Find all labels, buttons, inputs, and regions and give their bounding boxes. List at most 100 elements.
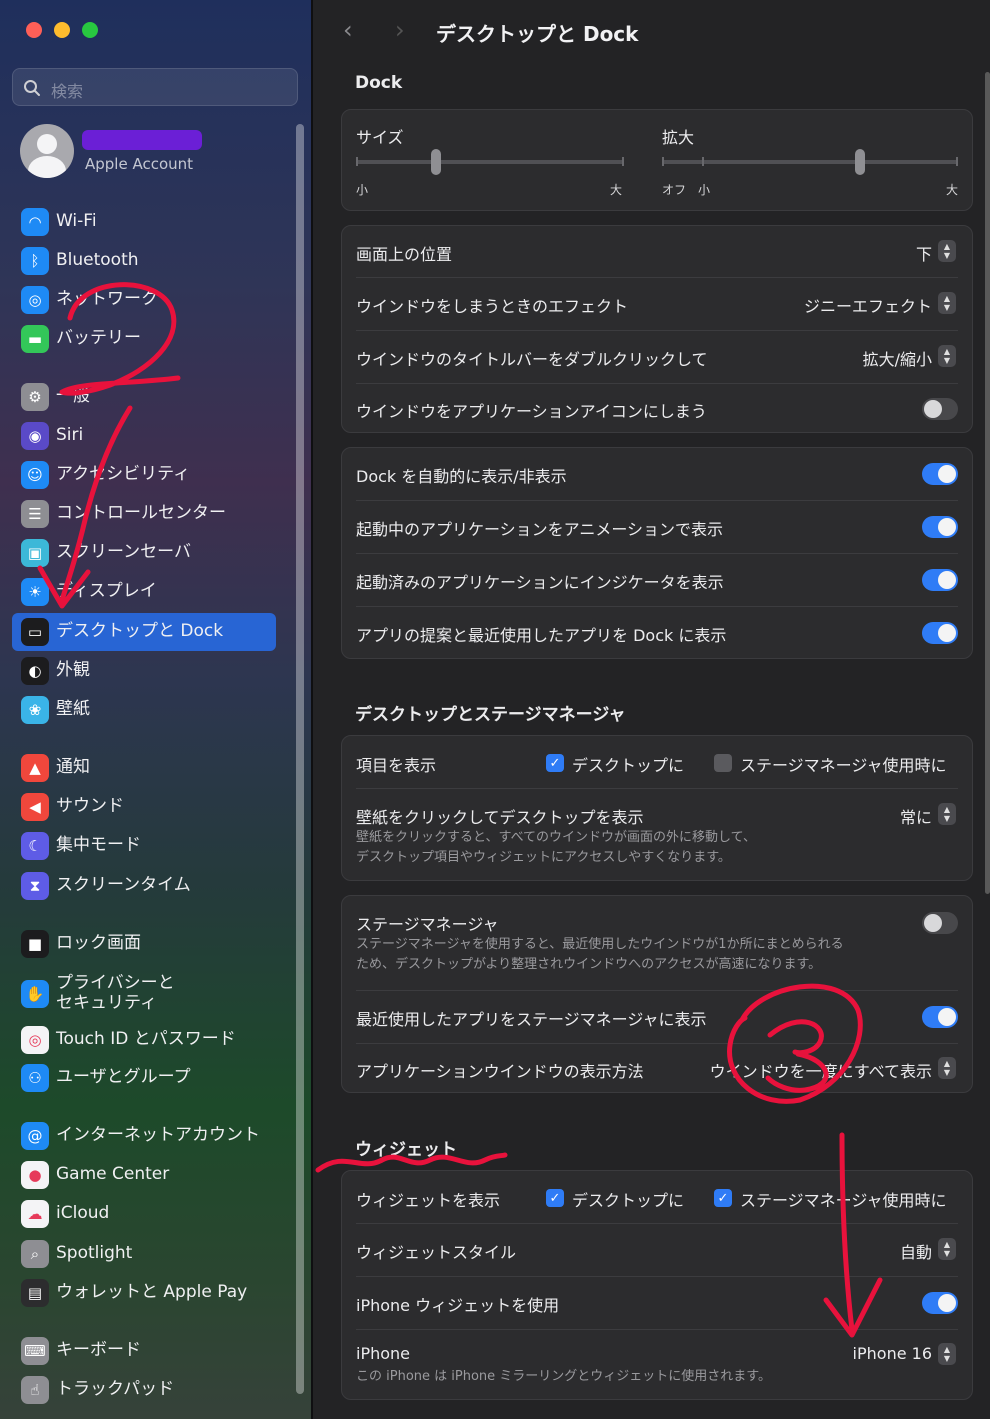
sidebar-item-5[interactable]: ◉ Siri [12, 417, 276, 455]
page-title: デスクトップと Dock [436, 22, 639, 46]
widget-style-stepper-icon[interactable]: ▲ ▼ [938, 1238, 956, 1260]
sidebar-item-label: 外観 [56, 660, 90, 681]
minimize-effect-row[interactable]: ウインドウをしまうときのエフェクト ジニーエフェクト ▲ ▼ [342, 278, 972, 330]
sidebar-item-17[interactable]: ■ ロック画面 [12, 925, 276, 963]
back-chevron-icon[interactable]: ‹ [343, 16, 353, 44]
display-brightness-icon: ☀ [21, 578, 49, 606]
minimize-into-icon-toggle[interactable] [922, 398, 958, 420]
sidebar-item-label: Game Center [56, 1164, 170, 1185]
animate-toggle[interactable] [922, 516, 958, 538]
use-iphone-widgets-toggle[interactable] [922, 1292, 958, 1314]
sidebar-item-11[interactable]: ◐ 外観 [12, 652, 276, 690]
click-wallpaper-stepper-icon[interactable]: ▲ ▼ [938, 803, 956, 825]
trackpad-icon: ☝ [21, 1376, 49, 1404]
minimize-window-button[interactable] [54, 22, 70, 38]
keyboard-icon: ⌨ [21, 1337, 49, 1365]
sidebar-item-0[interactable]: ◠ Wi-Fi [12, 203, 276, 241]
sidebar-item-9[interactable]: ☀ ディスプレイ [12, 573, 276, 611]
appearance-icon: ◐ [21, 657, 49, 685]
stage-manager-toggle[interactable] [922, 912, 958, 934]
sidebar-item-label: Siri [56, 425, 84, 446]
sidebar-item-label: サウンド [56, 796, 124, 817]
position-stepper-icon[interactable]: ▲ ▼ [938, 240, 956, 262]
show-items-label: 項目を表示 [356, 756, 437, 775]
sidebar-item-18[interactable]: ✋ プライバシーと セキュリティ [12, 972, 276, 1016]
sidebar-item-7[interactable]: ☰ コントロールセンター [12, 495, 276, 533]
recent-apps-row: 最近使用したアプリをステージマネージャに表示 [342, 991, 972, 1043]
sidebar-item-26[interactable]: ⌨ キーボード [12, 1332, 276, 1370]
click-wallpaper-row[interactable]: 壁紙をクリックしてデスクトップを表示 常に ▲ ▼ 壁紙をクリックすると、すべての… [342, 789, 972, 881]
sidebar-item-22[interactable]: ● Game Center [12, 1156, 276, 1194]
titlebar-doubleclick-stepper-icon[interactable]: ▲ ▼ [938, 345, 956, 367]
size-slider[interactable] [356, 146, 624, 182]
section-heading-desktop: デスクトップとステージマネージャ [355, 705, 626, 725]
cloud-icon: ☁ [21, 1200, 49, 1228]
titlebar-doubleclick-row[interactable]: ウインドウのタイトルバーをダブルクリックして 拡大/縮小 ▲ ▼ [342, 331, 972, 383]
widgets-stage-checkbox[interactable]: ✓ [714, 1189, 732, 1207]
sidebar-scrollbar[interactable] [296, 124, 304, 1394]
notification-bell-icon: ▲ [21, 754, 49, 782]
suggested-apps-toggle[interactable] [922, 622, 958, 644]
sidebar-item-14[interactable]: ◀ サウンド [12, 788, 276, 826]
sidebar-item-10[interactable]: ▭ デスクトップと Dock [12, 613, 276, 651]
titlebar-doubleclick-label: ウインドウのタイトルバーをダブルクリックして [356, 350, 708, 369]
sidebar-item-8[interactable]: ▣ スクリーンセーバ [12, 534, 276, 572]
iphone-stepper-icon[interactable]: ▲ ▼ [938, 1343, 956, 1365]
iphone-row[interactable]: iPhone iPhone 16 ▲ ▼ この iPhone は iPhone ミ… [342, 1330, 972, 1400]
sidebar-item-label: 壁紙 [56, 699, 90, 720]
sidebar-item-21[interactable]: @ インターネットアカウント [12, 1117, 276, 1155]
wallet-icon: ▤ [21, 1279, 49, 1307]
recent-apps-label: 最近使用したアプリをステージマネージャに表示 [356, 1010, 707, 1029]
magnification-max-label: 大 [946, 183, 959, 197]
autohide-toggle[interactable] [922, 463, 958, 485]
sidebar-item-3[interactable]: ▬ バッテリー [12, 320, 276, 358]
gear-icon: ⚙ [21, 383, 49, 411]
sidebar-item-1[interactable]: ᛒ Bluetooth [12, 242, 276, 280]
zoom-window-button[interactable] [82, 22, 98, 38]
sidebar-item-27[interactable]: ☝ トラックパッド [12, 1371, 276, 1409]
sidebar-item-16[interactable]: ⧗ スクリーンタイム [12, 867, 276, 905]
show-items-desktop-checkbox[interactable]: ✓ [546, 754, 564, 772]
sidebar-item-13[interactable]: ▲ 通知 [12, 749, 276, 787]
dock-toggles-card: Dock を自動的に表示/非表示 起動中のアプリケーションをアニメーションで表示… [341, 447, 973, 659]
show-items-stage-checkbox[interactable] [714, 754, 732, 772]
app-windows-stepper-icon[interactable]: ▲ ▼ [938, 1057, 956, 1079]
sidebar-item-19[interactable]: ◎ Touch ID とパスワード [12, 1021, 276, 1059]
position-row[interactable]: 画面上の位置 下 ▲ ▼ [342, 226, 972, 277]
widgets-desktop-checkbox[interactable]: ✓ [546, 1189, 564, 1207]
section-heading-widgets: ウィジェット [355, 1140, 457, 1160]
animate-row: 起動中のアプリケーションをアニメーションで表示 [342, 501, 972, 553]
dock-icon: ▭ [21, 618, 49, 646]
app-windows-row[interactable]: アプリケーションウインドウの表示方法 ウインドウを一度にすべて表示 ▲ ▼ [342, 1044, 972, 1094]
magnification-slider[interactable] [662, 146, 958, 182]
sidebar-item-label: 一般 [56, 386, 90, 407]
sidebar-item-12[interactable]: ❀ 壁紙 [12, 691, 276, 729]
suggested-apps-row: アプリの提案と最近使用したアプリを Dock に表示 [342, 607, 972, 659]
sidebar-item-24[interactable]: ⌕ Spotlight [12, 1235, 276, 1273]
sidebar-item-2[interactable]: ◎ ネットワーク [12, 281, 276, 319]
sidebar-item-label: 通知 [56, 757, 90, 778]
sidebar-item-15[interactable]: ☾ 集中モード [12, 827, 276, 865]
minimize-effect-stepper-icon[interactable]: ▲ ▼ [938, 292, 956, 314]
widget-style-row[interactable]: ウィジェットスタイル 自動 ▲ ▼ [342, 1224, 972, 1276]
close-window-button[interactable] [26, 22, 42, 38]
indicators-toggle[interactable] [922, 569, 958, 591]
sidebar-item-23[interactable]: ☁ iCloud [12, 1195, 276, 1233]
apple-account-item[interactable]: Apple Account [20, 124, 300, 182]
forward-chevron-icon[interactable]: › [395, 16, 405, 44]
dock-size-magnification-card: サイズ 小 大 拡大 オフ 小 大 [341, 109, 973, 211]
sidebar-item-4[interactable]: ⚙ 一般 [12, 378, 276, 416]
main-scrollbar[interactable] [985, 72, 990, 894]
autohide-label: Dock を自動的に表示/非表示 [356, 467, 567, 486]
at-icon: @ [21, 1122, 49, 1150]
apple-account-label: Apple Account [85, 155, 194, 173]
sidebar-item-6[interactable]: ☺ アクセシビリティ [12, 456, 276, 494]
click-wallpaper-desc-2: デスクトップ項目やウィジェットにアクセスしやすくなります。 [356, 850, 731, 865]
sidebar-item-20[interactable]: ⚇ ユーザとグループ [12, 1059, 276, 1097]
sidebar-item-25[interactable]: ▤ ウォレットと Apple Pay [12, 1274, 276, 1312]
sidebar-item-label: トラックパッド [56, 1379, 175, 1400]
recent-apps-toggle[interactable] [922, 1006, 958, 1028]
search-input[interactable]: 検索 [12, 68, 298, 106]
sidebar-item-label: キーボード [56, 1340, 141, 1361]
desktop-card: 項目を表示 ✓ デスクトップに ステージマネージャ使用時に 壁紙をクリックしてデ… [341, 735, 973, 881]
